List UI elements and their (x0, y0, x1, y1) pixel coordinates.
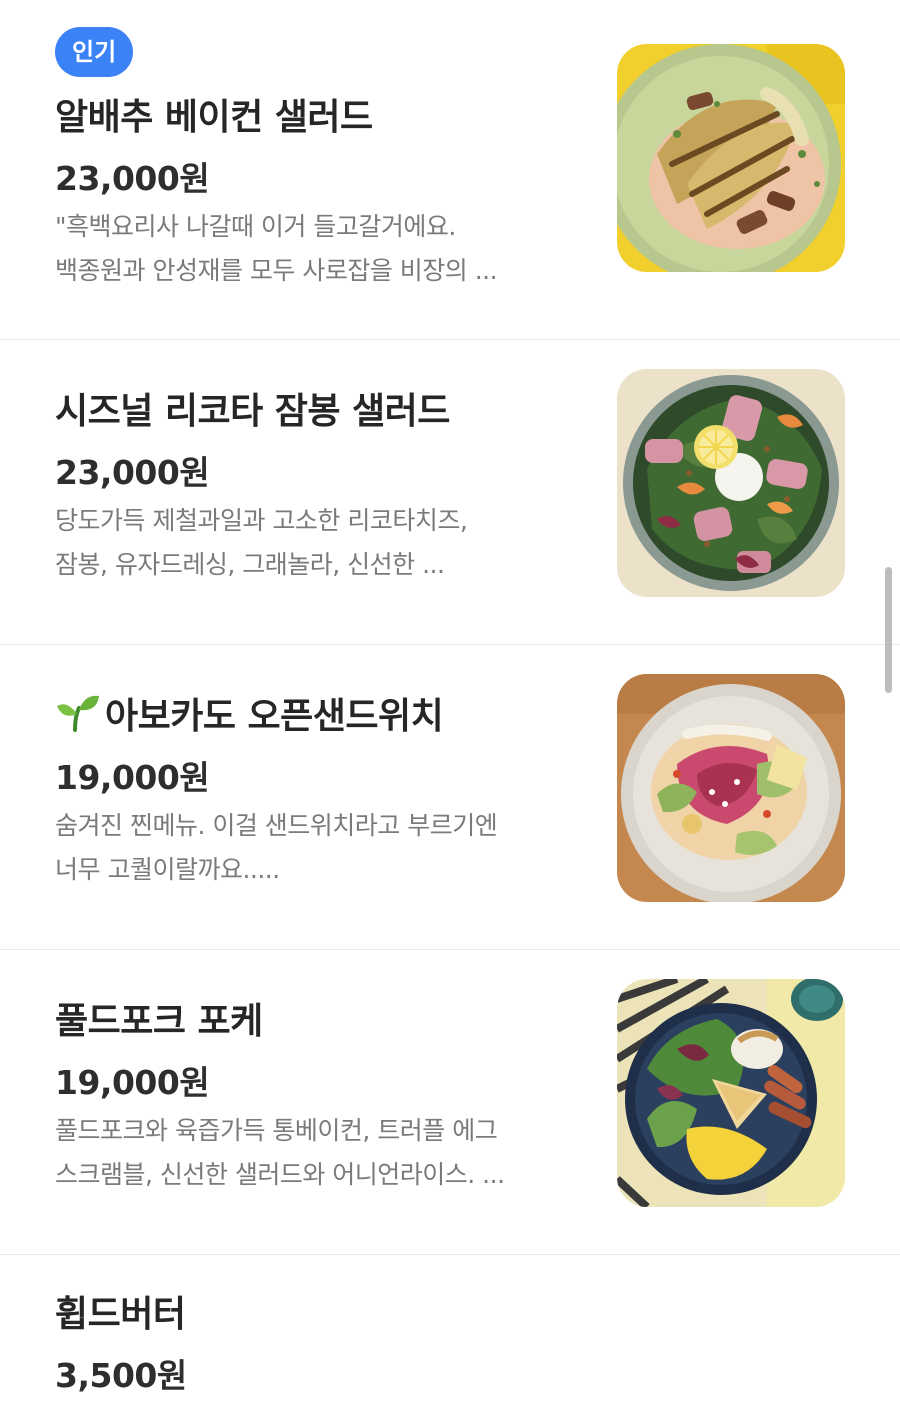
menu-item[interactable]: 휩드버터 3,500원 (0, 1255, 900, 1411)
menu-item-name: 휩드버터 (55, 1294, 186, 1335)
menu-item[interactable]: 아보카도 오픈샌드위치 19,000원 숨겨진 찐메뉴. 이걸 샌드위치라고 부… (0, 645, 900, 949)
menu-item[interactable]: 시즈널 리코타 잠봉 샐러드 23,000원 당도가득 제철과일과 고소한 리코… (0, 340, 900, 644)
menu-item-description: 당도가득 제철과일과 고소한 리코타치즈, 잠봉, 유자드레싱, 그래놀라, 신… (55, 506, 468, 579)
scrollbar[interactable] (885, 567, 892, 693)
menu-item[interactable]: 인기 알배추 베이컨 샐러드 23,000원 "흑백요리사 나갈때 이거 들고갈… (0, 0, 900, 339)
avocado-open-sandwich-photo[interactable] (617, 674, 845, 902)
menu-item-price: 23,000원 (55, 453, 210, 492)
menu-item-name: 시즈널 리코타 잠봉 샐러드 (55, 391, 450, 432)
menu-item-price: 19,000원 (55, 758, 210, 797)
menu-list: 인기 알배추 베이컨 샐러드 23,000원 "흑백요리사 나갈때 이거 들고갈… (0, 0, 900, 1411)
grilled-cabbage-bacon-salad-photo[interactable] (617, 44, 845, 272)
menu-item-name: 알배추 베이컨 샐러드 (55, 97, 373, 138)
menu-item-price: 19,000원 (55, 1063, 210, 1102)
menu-item-price: 3,500원 (55, 1356, 187, 1395)
sprout-icon (57, 695, 99, 732)
menu-item-name: 풀드포크 포케 (55, 1001, 263, 1042)
menu-item-name: 아보카도 오픈샌드위치 (55, 687, 444, 739)
pulled-pork-poke-bowl-photo[interactable] (617, 979, 845, 1207)
menu-item-description: 숨겨진 찐메뉴. 이걸 샌드위치라고 부르기엔 너무 고퀄이랄까요..... (55, 811, 498, 884)
popular-badge: 인기 (55, 27, 134, 77)
menu-item-description: 풀드포크와 육즙가득 통베이컨, 트러플 에그 스크램블, 신선한 샐러드와 어… (55, 1116, 505, 1189)
menu-item[interactable]: 풀드포크 포케 19,000원 풀드포크와 육즙가득 통베이컨, 트러플 에그 … (0, 950, 900, 1254)
ricotta-jambon-salad-photo[interactable] (617, 369, 845, 597)
menu-item-price: 23,000원 (55, 159, 210, 198)
menu-item-description: "흑백요리사 나갈때 이거 들고갈거에요. 백종원과 안성재를 모두 사로잡을 … (55, 212, 498, 285)
